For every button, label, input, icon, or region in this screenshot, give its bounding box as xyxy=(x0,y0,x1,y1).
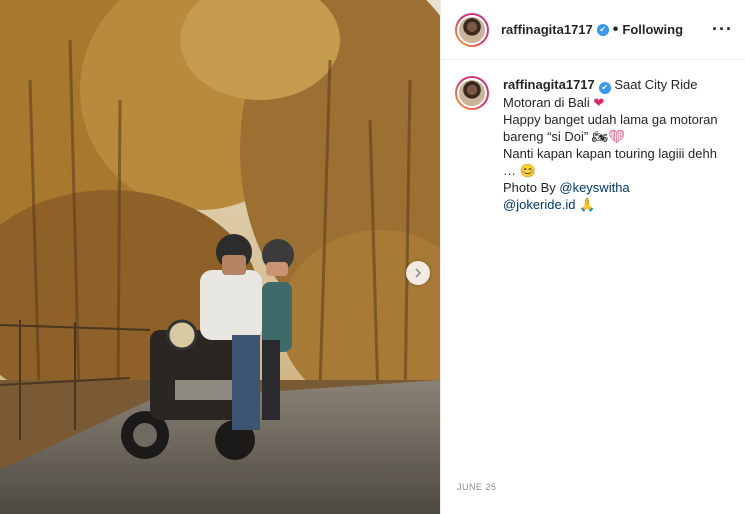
caption-line-7: Photo By @keyswitha xyxy=(503,179,731,196)
caption-line-4: bareng “si Doi” 🏍❤ xyxy=(503,128,731,145)
smile-emoji-icon: 😊 xyxy=(519,163,536,178)
heart-emoji-icon: ❤ xyxy=(593,95,605,110)
caption-text: raffinagita1717 ✔ Saat City Ride Motoran … xyxy=(503,76,731,213)
caption-verified-badge-icon: ✔ xyxy=(598,82,611,94)
following-button[interactable]: Following xyxy=(622,22,683,37)
avatar[interactable] xyxy=(455,12,489,47)
post-date: JUNE 25 xyxy=(457,482,497,492)
mention-jokeride[interactable]: @jokeride.id xyxy=(503,197,575,212)
caption-first-line: Saat City Ride xyxy=(610,77,698,92)
caption-line-4-text: bareng “si Doi” xyxy=(503,129,592,144)
post-header: raffinagita1717 ✔ • Following ··· xyxy=(441,0,745,60)
caption-avatar[interactable] xyxy=(455,76,489,110)
verified-badge-icon: ✔ xyxy=(596,23,609,36)
motorcycle-emoji-icon: 🏍 xyxy=(591,129,609,144)
next-photo-button[interactable] xyxy=(406,261,430,285)
caption-line-2-text: Motoran di Bali xyxy=(503,95,594,110)
caption-line-8: @jokeride.id 🙏 xyxy=(503,196,731,213)
username-link[interactable]: raffinagita1717 xyxy=(501,22,593,37)
more-options-icon[interactable]: ··· xyxy=(712,19,733,40)
caption-username[interactable]: raffinagita1717 xyxy=(503,77,595,92)
caption-line-3: Happy banget udah lama ga motoran xyxy=(503,112,718,127)
photo-image xyxy=(0,0,440,514)
caption-line-6: … 😊 xyxy=(503,162,731,179)
photo-by-label: Photo By xyxy=(503,180,560,195)
post-photo[interactable] xyxy=(0,0,440,514)
pray-emoji-icon: 🙏 xyxy=(579,197,596,212)
separator-dot: • xyxy=(612,20,619,38)
mention-keyswitha[interactable]: @keyswitha xyxy=(559,180,629,195)
chevron-right-icon xyxy=(415,268,422,278)
heart-emoji-icon-2: ❤ xyxy=(608,129,625,144)
post-sidebar: raffinagita1717 ✔ • Following ··· raffin… xyxy=(440,0,745,514)
caption: raffinagita1717 ✔ Saat City Ride Motoran … xyxy=(441,60,745,213)
caption-line-6-text: … xyxy=(503,163,520,178)
caption-line-2: Motoran di Bali ❤ xyxy=(503,94,731,111)
caption-line-5: Nanti kapan kapan touring lagiii dehh xyxy=(503,146,717,161)
caption-line-1: raffinagita1717 ✔ Saat City Ride xyxy=(503,76,731,94)
